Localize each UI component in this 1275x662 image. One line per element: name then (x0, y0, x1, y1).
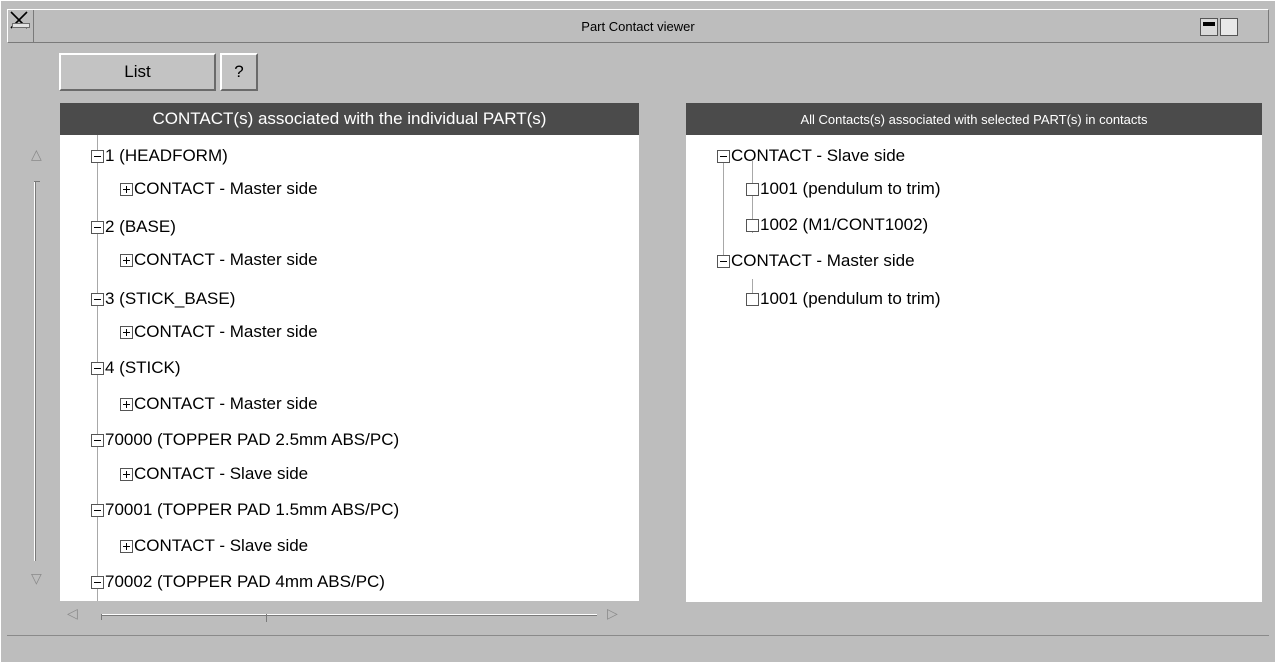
tree-node-contact[interactable]: CONTACT - Master side (120, 247, 318, 273)
list-button[interactable]: List (59, 53, 216, 91)
contact-label: CONTACT - Master side (134, 179, 318, 198)
scroll-thumb-end[interactable] (266, 614, 267, 622)
expand-icon[interactable] (120, 325, 133, 339)
up-arrow-icon[interactable]: △ (31, 147, 42, 163)
expand-icon[interactable] (120, 253, 133, 267)
scroll-track-shadow (35, 181, 36, 561)
collapse-icon[interactable] (91, 575, 104, 589)
tree-connector (723, 161, 724, 261)
tree-node-part-2[interactable]: 2 (BASE) (91, 214, 176, 240)
vertical-scrollbar[interactable]: △ ▽ (25, 147, 47, 595)
tree-node-contact[interactable]: CONTACT - Slave side (120, 533, 308, 559)
contact-label: 1001 (pendulum to trim) (760, 289, 941, 308)
collapse-icon[interactable] (91, 503, 104, 517)
leaf-icon (746, 218, 759, 232)
leaf-icon (746, 182, 759, 196)
tree-node-contact[interactable]: CONTACT - Slave side (120, 461, 308, 487)
tree-node-part-4[interactable]: 4 (STICK) (91, 355, 181, 381)
collapse-icon[interactable] (91, 433, 104, 447)
contact-label: 1001 (pendulum to trim) (760, 179, 941, 198)
part-label: 1 (HEADFORM) (105, 146, 228, 165)
part-label: 70001 (TOPPER PAD 1.5mm ABS/PC) (105, 500, 400, 519)
expand-icon[interactable] (120, 467, 133, 481)
collapse-icon[interactable] (91, 149, 104, 163)
tree-leaf-contact[interactable]: 1001 (pendulum to trim) (746, 286, 940, 312)
left-arrow-icon[interactable]: ◁ (67, 606, 78, 622)
expand-icon[interactable] (120, 539, 133, 553)
tree-node-part-70002[interactable]: 70002 (TOPPER PAD 4mm ABS/PC) (91, 569, 385, 595)
part-label: 3 (STICK_BASE) (105, 289, 236, 308)
part-contact-tree[interactable]: 1 (HEADFORM) CONTACT - Master side 2 (BA… (60, 135, 639, 601)
collapse-icon[interactable] (91, 361, 104, 375)
leaf-icon (746, 292, 759, 306)
scroll-track-shadow (101, 615, 597, 616)
help-button[interactable]: ? (220, 53, 258, 91)
expand-icon[interactable] (120, 397, 133, 411)
tree-node-contact[interactable]: CONTACT - Master side (120, 319, 318, 345)
part-contact-viewer-window: Part Contact viewer List ? CONTACT(s) as… (0, 0, 1275, 662)
collapse-icon[interactable] (91, 292, 104, 306)
down-arrow-icon[interactable]: ▽ (31, 571, 42, 587)
part-label: 70002 (TOPPER PAD 4mm ABS/PC) (105, 572, 385, 591)
tree-node-contact[interactable]: CONTACT - Master side (120, 391, 318, 417)
maximize-button[interactable] (1220, 18, 1238, 36)
contact-label: CONTACT - Master side (134, 394, 318, 413)
horizontal-scrollbar[interactable]: ◁ ▷ (67, 606, 633, 626)
part-label: 70000 (TOPPER PAD 2.5mm ABS/PC) (105, 430, 400, 449)
tree-node-part-70001[interactable]: 70001 (TOPPER PAD 1.5mm ABS/PC) (91, 497, 399, 523)
scroll-thumb-start[interactable] (101, 614, 102, 620)
group-label: CONTACT - Master side (731, 251, 915, 270)
minimize-button[interactable] (1200, 18, 1218, 36)
selected-contacts-tree[interactable]: CONTACT - Slave side 1001 (pendulum to t… (686, 135, 1262, 602)
tree-node-part-1[interactable]: 1 (HEADFORM) (91, 143, 228, 169)
part-label: 4 (STICK) (105, 358, 181, 377)
title-bar[interactable]: Part Contact viewer (7, 9, 1269, 43)
contact-label: CONTACT - Slave side (134, 464, 309, 483)
tree-leaf-contact[interactable]: 1002 (M1/CONT1002) (746, 212, 928, 238)
tree-node-slave-side[interactable]: CONTACT - Slave side (717, 143, 905, 169)
tree-node-part-3[interactable]: 3 (STICK_BASE) (91, 286, 235, 312)
right-arrow-icon[interactable]: ▷ (607, 606, 618, 622)
part-label: 2 (BASE) (105, 217, 176, 236)
expand-icon[interactable] (120, 182, 133, 196)
collapse-icon[interactable] (717, 149, 730, 163)
tree-node-contact[interactable]: CONTACT - Master side (120, 176, 318, 202)
contact-label: CONTACT - Master side (134, 250, 318, 269)
collapse-icon[interactable] (91, 220, 104, 234)
right-panel-header: All Contacts(s) associated with selected… (686, 103, 1262, 135)
contact-label: 1002 (M1/CONT1002) (760, 215, 929, 234)
window-title: Part Contact viewer (581, 19, 695, 34)
scroll-thumb[interactable] (34, 181, 40, 182)
tree-leaf-contact[interactable]: 1001 (pendulum to trim) (746, 176, 940, 202)
tree-node-master-side[interactable]: CONTACT - Master side (717, 248, 915, 274)
contact-label: CONTACT - Master side (134, 322, 318, 341)
status-separator (7, 635, 1269, 636)
collapse-icon[interactable] (717, 254, 730, 268)
group-label: CONTACT - Slave side (731, 146, 906, 165)
left-panel-header: CONTACT(s) associated with the individua… (60, 103, 639, 135)
tree-node-part-70000[interactable]: 70000 (TOPPER PAD 2.5mm ABS/PC) (91, 427, 399, 453)
contact-label: CONTACT - Slave side (134, 536, 309, 555)
